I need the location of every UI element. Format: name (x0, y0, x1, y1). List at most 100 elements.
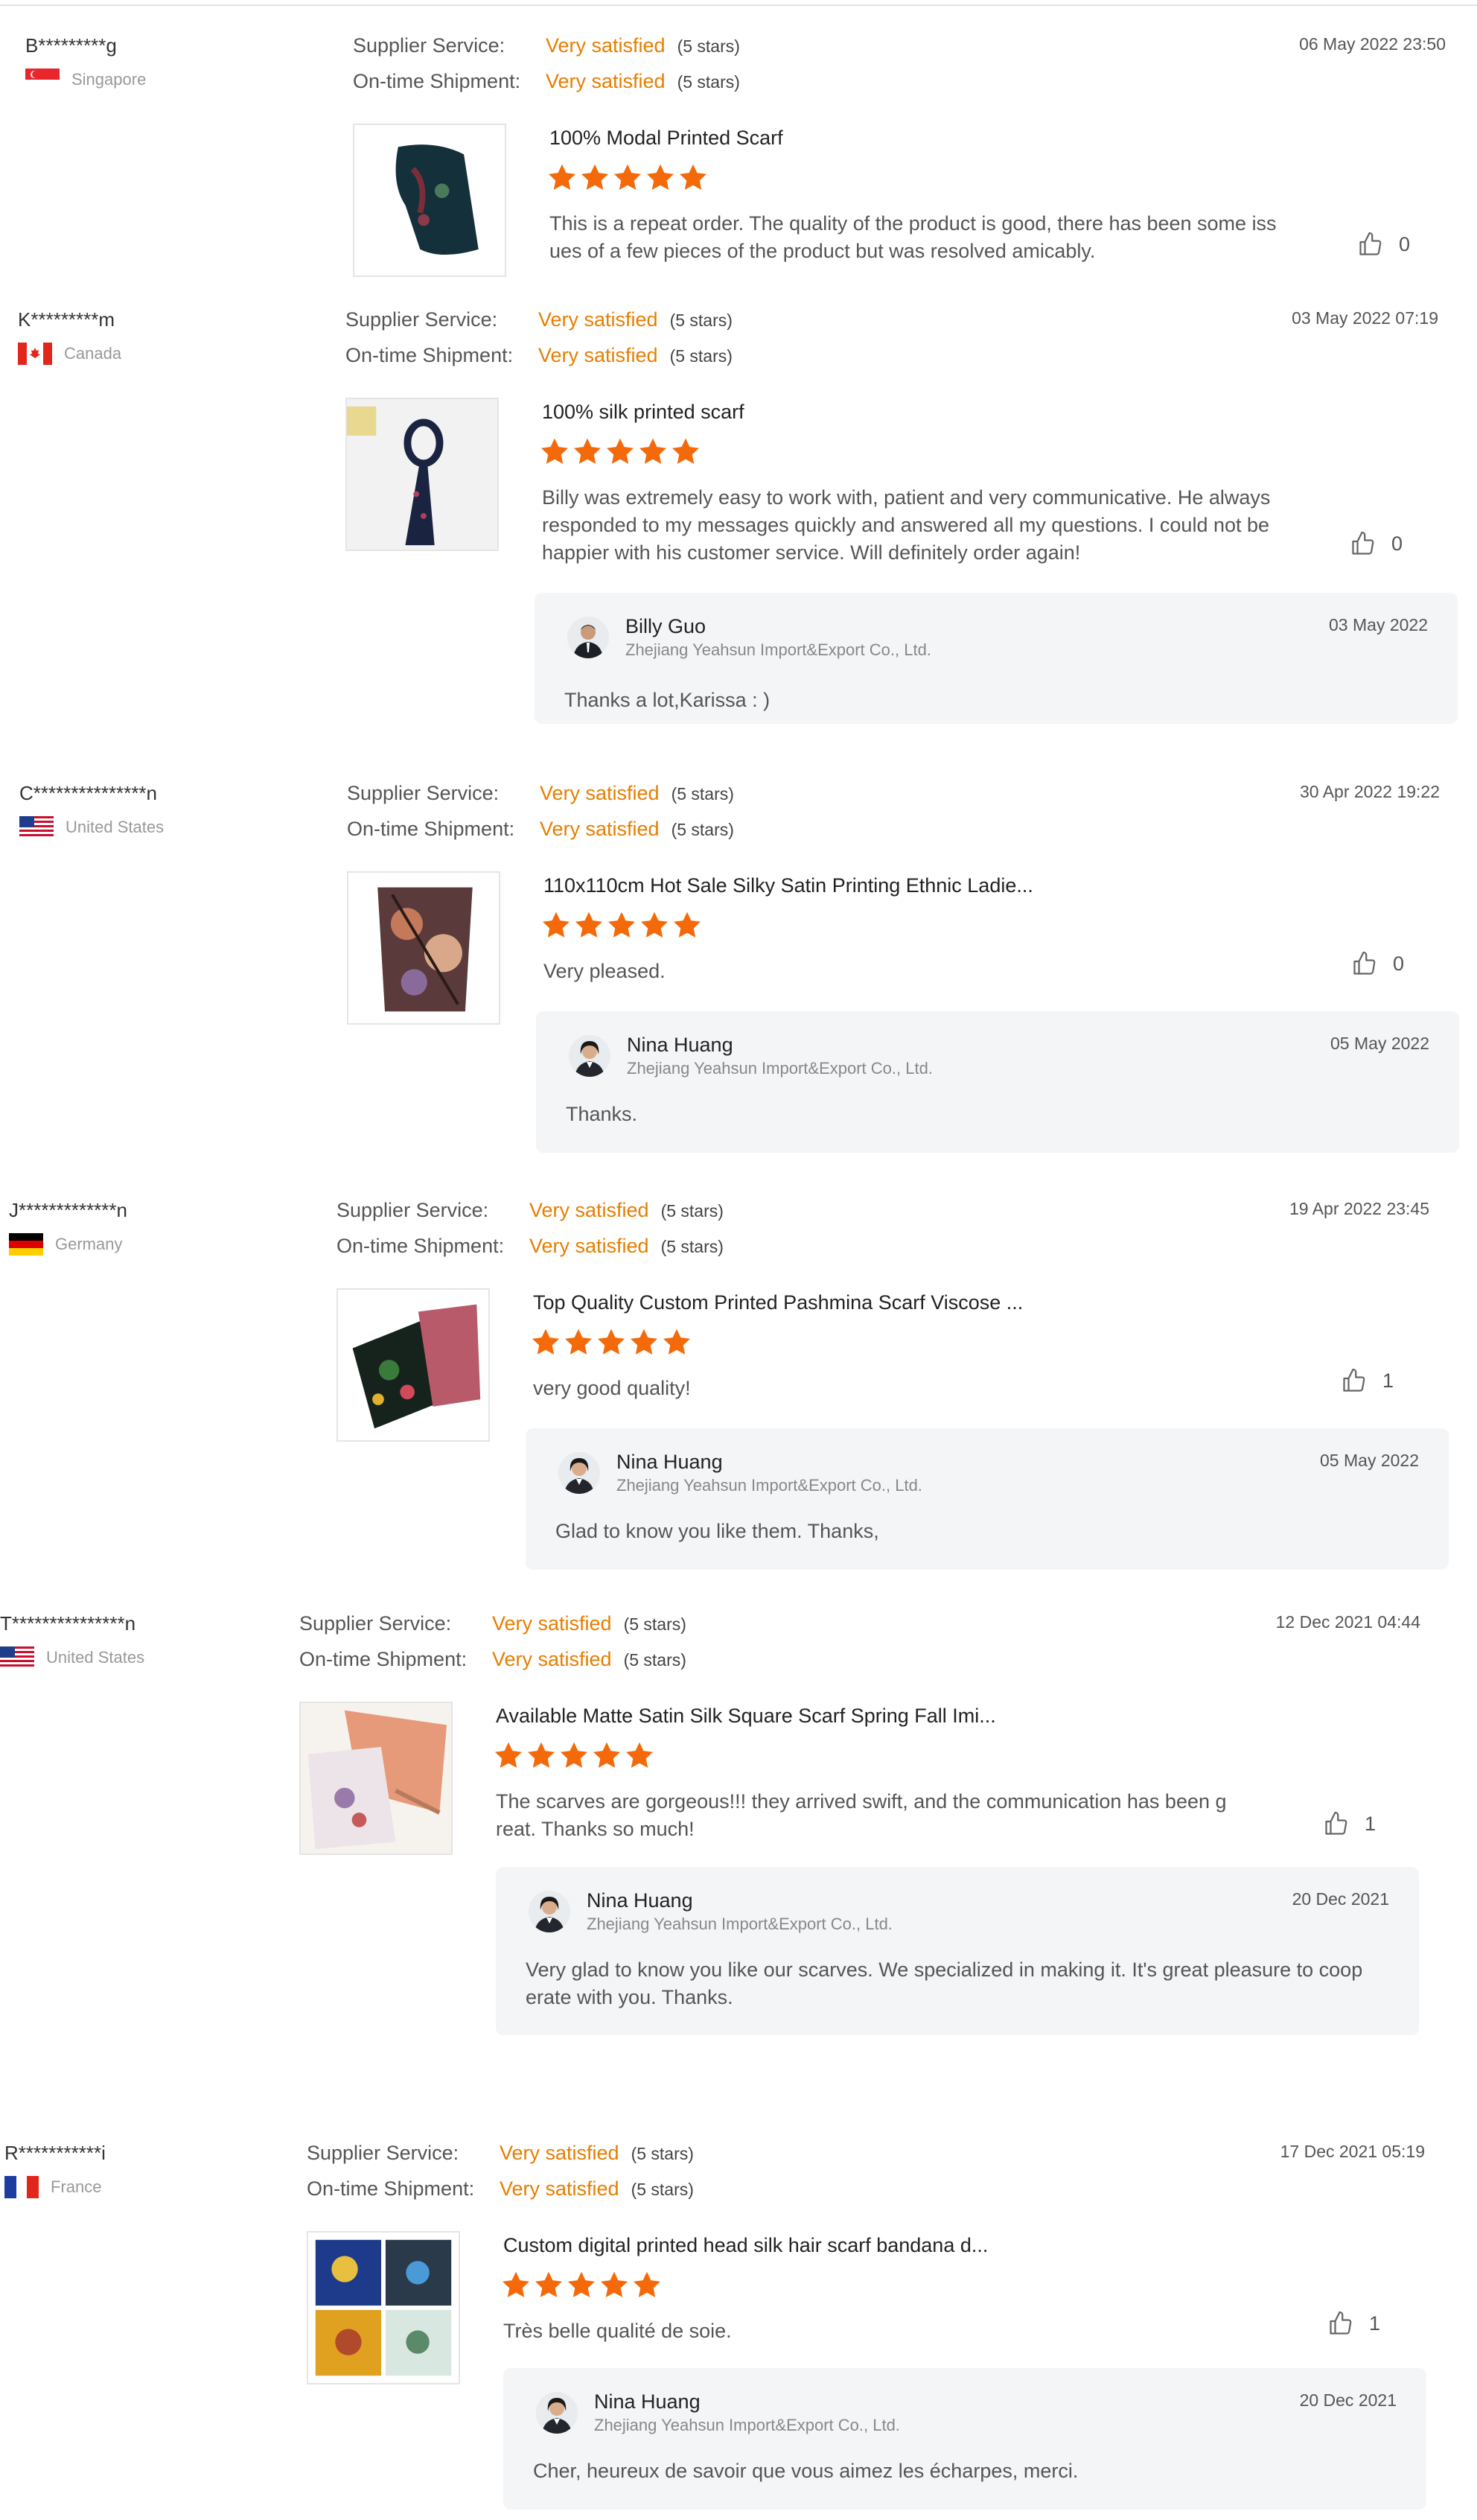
product-rating-stars (539, 436, 701, 468)
supplier-reply: Billy Guo Zhejiang Yeahsun Import&Export… (535, 593, 1458, 724)
buyer-country: United States (19, 816, 164, 839)
star-icon (604, 436, 636, 468)
ontime-shipment-stars: (5 stars) (660, 1237, 724, 1256)
product-thumbnail[interactable] (347, 871, 500, 1025)
review-date: 30 Apr 2022 19:22 (1300, 782, 1440, 801)
review-comment: This is a repeat order. The quality of t… (549, 212, 1277, 262)
supplier-service-value: Very satisfied (538, 308, 658, 331)
product-thumbnail[interactable] (336, 1288, 490, 1442)
thumbs-up-icon (1327, 2310, 1354, 2337)
supplier-service-value: Very satisfied (492, 1612, 612, 1635)
review-comment: Billy was extremely easy to work with, p… (542, 486, 1271, 564)
reply-company: Zhejiang Yeahsun Import&Export Co., Ltd. (587, 1915, 893, 1933)
reply-text: Glad to know you like them. Thanks, (555, 1520, 879, 1542)
reply-text: Cher, heureux de savoir que vous aimez l… (533, 2460, 1079, 2482)
product-title[interactable]: Custom digital printed head silk hair sc… (503, 2234, 988, 2257)
avatar (558, 1452, 600, 1494)
product-title[interactable]: Top Quality Custom Printed Pashmina Scar… (533, 1291, 1023, 1314)
ontime-shipment-label: On-time Shipment: (353, 70, 521, 92)
ontime-shipment-value: Very satisfied (529, 1235, 649, 1257)
avatar (569, 1035, 610, 1077)
star-icon (540, 910, 572, 941)
product-rating-stars (493, 1740, 655, 1772)
ontime-shipment-label: On-time Shipment: (336, 1235, 505, 1257)
ontime-shipment-value: Very satisfied (500, 2177, 619, 2200)
ontime-shipment-rating: On-time Shipment: Very satisfied (5 star… (336, 1235, 724, 1258)
ontime-shipment-rating: On-time Shipment: Very satisfied (5 star… (299, 1648, 686, 1671)
star-icon (670, 436, 701, 468)
ontime-shipment-rating: On-time Shipment: Very satisfied (5 star… (347, 818, 734, 841)
supplier-service-value: Very satisfied (546, 34, 666, 57)
reply-author: Nina Huang (627, 1034, 733, 1056)
supplier-service-value: Very satisfied (540, 782, 660, 804)
review-date: 12 Dec 2021 04:44 (1275, 1612, 1420, 1632)
country-name: Singapore (71, 70, 147, 89)
ontime-shipment-rating: On-time Shipment: Very satisfied (5 star… (345, 344, 733, 367)
thumbs-up-icon (1351, 950, 1378, 977)
product-title[interactable]: Available Matte Satin Silk Square Scarf … (496, 1705, 996, 1728)
star-icon (645, 162, 676, 194)
usa-flag-icon (19, 816, 54, 839)
like-button[interactable]: 1 (1327, 2310, 1380, 2337)
country-name: France (51, 2177, 102, 2196)
like-button[interactable]: 0 (1351, 950, 1404, 977)
like-count: 1 (1382, 1369, 1394, 1392)
product-title[interactable]: 100% Modal Printed Scarf (549, 127, 783, 150)
star-icon (558, 1740, 590, 1772)
france-flag-icon (4, 2176, 39, 2198)
buyer-name: J*************n (9, 1199, 127, 1221)
product-title[interactable]: 100% silk printed scarf (542, 401, 744, 424)
supplier-service-rating: Supplier Service: Very satisfied (5 star… (307, 2142, 694, 2165)
ontime-shipment-stars: (5 stars) (631, 2180, 694, 2199)
germany-flag-icon (9, 1233, 43, 1256)
reply-author: Nina Huang (594, 2390, 701, 2413)
star-icon (596, 1327, 627, 1358)
supplier-service-value: Very satisfied (500, 2142, 619, 2164)
top-divider (0, 4, 1477, 6)
star-icon (573, 910, 604, 941)
product-thumbnail[interactable] (307, 2231, 460, 2384)
product-thumbnail[interactable] (299, 1702, 453, 1855)
review-date: 03 May 2022 07:19 (1292, 308, 1438, 328)
review-comment: The scarves are gorgeous!!! they arrived… (496, 1790, 1227, 1840)
review-card: K*********m Canada Supplier Service: Ver… (18, 308, 1458, 725)
ontime-shipment-label: On-time Shipment: (347, 818, 515, 840)
ontime-shipment-stars: (5 stars) (677, 72, 740, 92)
buyer-country: France (4, 2176, 101, 2198)
review-comment: Very pleased. (543, 960, 666, 982)
reply-author: Nina Huang (616, 1451, 723, 1473)
supplier-service-stars: (5 stars) (669, 311, 733, 330)
supplier-service-label: Supplier Service: (299, 1612, 452, 1635)
like-button[interactable]: 0 (1350, 530, 1403, 557)
ontime-shipment-label: On-time Shipment: (299, 1648, 468, 1670)
supplier-service-label: Supplier Service: (345, 308, 498, 331)
product-title[interactable]: 110x110cm Hot Sale Silky Satin Printing … (543, 874, 1033, 897)
supplier-service-stars: (5 stars) (671, 784, 734, 804)
star-icon (539, 436, 570, 468)
like-button[interactable]: 1 (1323, 1810, 1376, 1837)
star-icon (631, 2270, 663, 2301)
avatar (529, 1891, 570, 1932)
avatar (536, 2392, 578, 2434)
country-name: Canada (64, 344, 122, 363)
product-thumbnail[interactable] (353, 124, 506, 277)
supplier-service-rating: Supplier Service: Very satisfied (5 star… (345, 308, 733, 331)
product-thumbnail[interactable] (345, 398, 499, 551)
supplier-service-stars: (5 stars) (623, 1614, 686, 1634)
star-icon (628, 1327, 660, 1358)
ontime-shipment-stars: (5 stars) (671, 820, 734, 839)
star-icon (612, 162, 643, 194)
like-button[interactable]: 1 (1341, 1367, 1394, 1394)
like-button[interactable]: 0 (1357, 231, 1410, 258)
star-icon (671, 910, 703, 941)
supplier-service-label: Supplier Service: (353, 34, 505, 57)
buyer-name: C***************n (19, 782, 158, 804)
reply-author: Nina Huang (587, 1889, 693, 1912)
supplier-reply: Nina Huang Zhejiang Yeahsun Import&Expor… (536, 1011, 1459, 1153)
supplier-service-stars: (5 stars) (631, 2144, 694, 2163)
star-icon (566, 2270, 597, 2301)
reply-company: Zhejiang Yeahsun Import&Export Co., Ltd. (616, 1476, 922, 1495)
buyer-country: United States (0, 1646, 144, 1669)
star-icon (599, 2270, 630, 2301)
like-count: 1 (1368, 2311, 1380, 2335)
